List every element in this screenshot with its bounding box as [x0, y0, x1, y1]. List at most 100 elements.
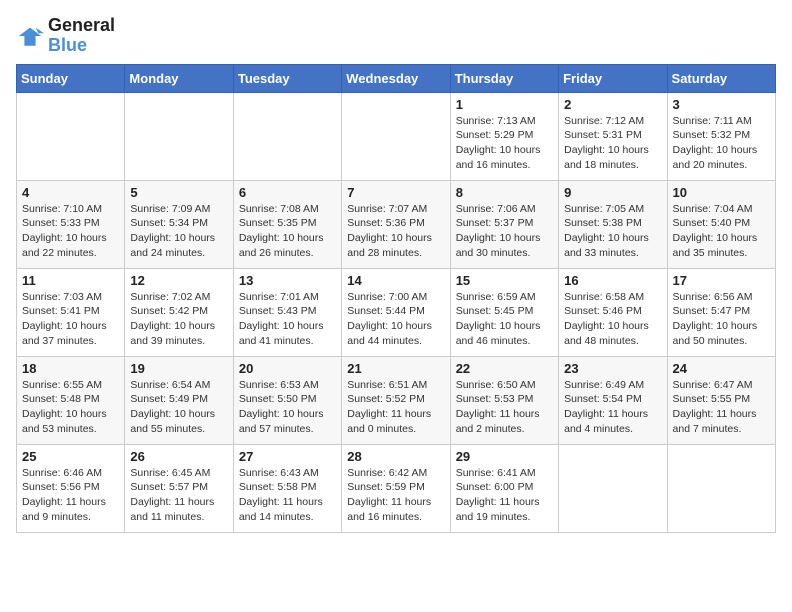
page-header: General Blue — [16, 16, 776, 56]
logo-text: General Blue — [48, 16, 115, 56]
day-info: Sunrise: 6:41 AM Sunset: 6:00 PM Dayligh… — [456, 466, 553, 525]
day-info: Sunrise: 6:51 AM Sunset: 5:52 PM Dayligh… — [347, 378, 444, 437]
table-row: 2 Sunrise: 7:12 AM Sunset: 5:31 PM Daylig… — [559, 92, 667, 180]
day-number: 9 — [564, 185, 661, 200]
day-number: 18 — [22, 361, 119, 376]
table-row — [233, 92, 341, 180]
table-row: 9 Sunrise: 7:05 AM Sunset: 5:38 PM Daylig… — [559, 180, 667, 268]
logo: General Blue — [16, 16, 115, 56]
day-info: Sunrise: 6:49 AM Sunset: 5:54 PM Dayligh… — [564, 378, 661, 437]
day-number: 1 — [456, 97, 553, 112]
day-info: Sunrise: 6:56 AM Sunset: 5:47 PM Dayligh… — [673, 290, 770, 349]
day-info: Sunrise: 7:04 AM Sunset: 5:40 PM Dayligh… — [673, 202, 770, 261]
day-info: Sunrise: 6:54 AM Sunset: 5:49 PM Dayligh… — [130, 378, 227, 437]
day-number: 19 — [130, 361, 227, 376]
table-row — [559, 444, 667, 532]
table-row: 6 Sunrise: 7:08 AM Sunset: 5:35 PM Daylig… — [233, 180, 341, 268]
week-row-1: 1 Sunrise: 7:13 AM Sunset: 5:29 PM Daylig… — [17, 92, 776, 180]
table-row — [125, 92, 233, 180]
table-row: 13 Sunrise: 7:01 AM Sunset: 5:43 PM Dayli… — [233, 268, 341, 356]
day-number: 17 — [673, 273, 770, 288]
table-row: 1 Sunrise: 7:13 AM Sunset: 5:29 PM Daylig… — [450, 92, 558, 180]
day-info: Sunrise: 7:00 AM Sunset: 5:44 PM Dayligh… — [347, 290, 444, 349]
day-info: Sunrise: 7:05 AM Sunset: 5:38 PM Dayligh… — [564, 202, 661, 261]
header-monday: Monday — [125, 64, 233, 92]
table-row: 27Sunrise: 6:43 AM Sunset: 5:58 PM Dayli… — [233, 444, 341, 532]
day-number: 7 — [347, 185, 444, 200]
day-info: Sunrise: 6:53 AM Sunset: 5:50 PM Dayligh… — [239, 378, 336, 437]
week-row-3: 11Sunrise: 7:03 AM Sunset: 5:41 PM Dayli… — [17, 268, 776, 356]
day-number: 16 — [564, 273, 661, 288]
table-row: 26 Sunrise: 6:45 AM Sunset: 5:57 PM Dayli… — [125, 444, 233, 532]
table-row: 16 Sunrise: 6:58 AM Sunset: 5:46 PM Dayli… — [559, 268, 667, 356]
day-number: 22 — [456, 361, 553, 376]
day-info: Sunrise: 6:58 AM Sunset: 5:46 PM Dayligh… — [564, 290, 661, 349]
logo-bird-icon — [16, 22, 44, 50]
day-info: Sunrise: 7:01 AM Sunset: 5:43 PM Dayligh… — [239, 290, 336, 349]
table-row: 24 Sunrise: 6:47 AM Sunset: 5:55 PM Dayli… — [667, 356, 775, 444]
week-row-4: 18 Sunrise: 6:55 AM Sunset: 5:48 PM Dayli… — [17, 356, 776, 444]
day-number: 5 — [130, 185, 227, 200]
table-row: 25Sunrise: 6:46 AM Sunset: 5:56 PM Dayli… — [17, 444, 125, 532]
day-info: Sunrise: 6:55 AM Sunset: 5:48 PM Dayligh… — [22, 378, 119, 437]
header-saturday: Saturday — [667, 64, 775, 92]
table-row: 7 Sunrise: 7:07 AM Sunset: 5:36 PM Daylig… — [342, 180, 450, 268]
day-info: Sunrise: 7:12 AM Sunset: 5:31 PM Dayligh… — [564, 114, 661, 173]
table-row: 5 Sunrise: 7:09 AM Sunset: 5:34 PM Daylig… — [125, 180, 233, 268]
day-info: Sunrise: 7:06 AM Sunset: 5:37 PM Dayligh… — [456, 202, 553, 261]
day-number: 28 — [347, 449, 444, 464]
day-number: 6 — [239, 185, 336, 200]
day-number: 29 — [456, 449, 553, 464]
table-row: 3Sunrise: 7:11 AM Sunset: 5:32 PM Daylig… — [667, 92, 775, 180]
day-info: Sunrise: 6:50 AM Sunset: 5:53 PM Dayligh… — [456, 378, 553, 437]
day-info: Sunrise: 6:47 AM Sunset: 5:55 PM Dayligh… — [673, 378, 770, 437]
table-row: 22 Sunrise: 6:50 AM Sunset: 5:53 PM Dayli… — [450, 356, 558, 444]
day-info: Sunrise: 6:45 AM Sunset: 5:57 PM Dayligh… — [130, 466, 227, 525]
day-header-row: SundayMondayTuesdayWednesdayThursdayFrid… — [17, 64, 776, 92]
day-info: Sunrise: 7:13 AM Sunset: 5:29 PM Dayligh… — [456, 114, 553, 173]
table-row: 19 Sunrise: 6:54 AM Sunset: 5:49 PM Dayli… — [125, 356, 233, 444]
day-number: 23 — [564, 361, 661, 376]
day-info: Sunrise: 7:03 AM Sunset: 5:41 PM Dayligh… — [22, 290, 119, 349]
table-row: 18 Sunrise: 6:55 AM Sunset: 5:48 PM Dayli… — [17, 356, 125, 444]
table-row — [667, 444, 775, 532]
day-number: 10 — [673, 185, 770, 200]
header-tuesday: Tuesday — [233, 64, 341, 92]
table-row: 29 Sunrise: 6:41 AM Sunset: 6:00 PM Dayli… — [450, 444, 558, 532]
table-row: 20 Sunrise: 6:53 AM Sunset: 5:50 PM Dayli… — [233, 356, 341, 444]
day-number: 27 — [239, 449, 336, 464]
day-number: 4 — [22, 185, 119, 200]
header-friday: Friday — [559, 64, 667, 92]
day-number: 26 — [130, 449, 227, 464]
day-number: 12 — [130, 273, 227, 288]
week-row-5: 25Sunrise: 6:46 AM Sunset: 5:56 PM Dayli… — [17, 444, 776, 532]
table-row: 23 Sunrise: 6:49 AM Sunset: 5:54 PM Dayli… — [559, 356, 667, 444]
day-info: Sunrise: 7:08 AM Sunset: 5:35 PM Dayligh… — [239, 202, 336, 261]
day-number: 14 — [347, 273, 444, 288]
day-info: Sunrise: 7:10 AM Sunset: 5:33 PM Dayligh… — [22, 202, 119, 261]
day-info: Sunrise: 6:42 AM Sunset: 5:59 PM Dayligh… — [347, 466, 444, 525]
table-row — [17, 92, 125, 180]
day-number: 21 — [347, 361, 444, 376]
table-row: 4 Sunrise: 7:10 AM Sunset: 5:33 PM Daylig… — [17, 180, 125, 268]
day-info: Sunrise: 7:11 AM Sunset: 5:32 PM Dayligh… — [673, 114, 770, 173]
day-info: Sunrise: 7:02 AM Sunset: 5:42 PM Dayligh… — [130, 290, 227, 349]
day-number: 24 — [673, 361, 770, 376]
day-number: 2 — [564, 97, 661, 112]
day-number: 13 — [239, 273, 336, 288]
day-number: 8 — [456, 185, 553, 200]
table-row: 28 Sunrise: 6:42 AM Sunset: 5:59 PM Dayli… — [342, 444, 450, 532]
header-wednesday: Wednesday — [342, 64, 450, 92]
table-row: 17 Sunrise: 6:56 AM Sunset: 5:47 PM Dayli… — [667, 268, 775, 356]
day-number: 20 — [239, 361, 336, 376]
header-thursday: Thursday — [450, 64, 558, 92]
table-row: 11Sunrise: 7:03 AM Sunset: 5:41 PM Dayli… — [17, 268, 125, 356]
day-number: 15 — [456, 273, 553, 288]
day-info: Sunrise: 6:46 AM Sunset: 5:56 PM Dayligh… — [22, 466, 119, 525]
day-info: Sunrise: 7:07 AM Sunset: 5:36 PM Dayligh… — [347, 202, 444, 261]
table-row: 14 Sunrise: 7:00 AM Sunset: 5:44 PM Dayli… — [342, 268, 450, 356]
table-row: 15Sunrise: 6:59 AM Sunset: 5:45 PM Dayli… — [450, 268, 558, 356]
week-row-2: 4 Sunrise: 7:10 AM Sunset: 5:33 PM Daylig… — [17, 180, 776, 268]
table-row: 12 Sunrise: 7:02 AM Sunset: 5:42 PM Dayli… — [125, 268, 233, 356]
day-info: Sunrise: 7:09 AM Sunset: 5:34 PM Dayligh… — [130, 202, 227, 261]
